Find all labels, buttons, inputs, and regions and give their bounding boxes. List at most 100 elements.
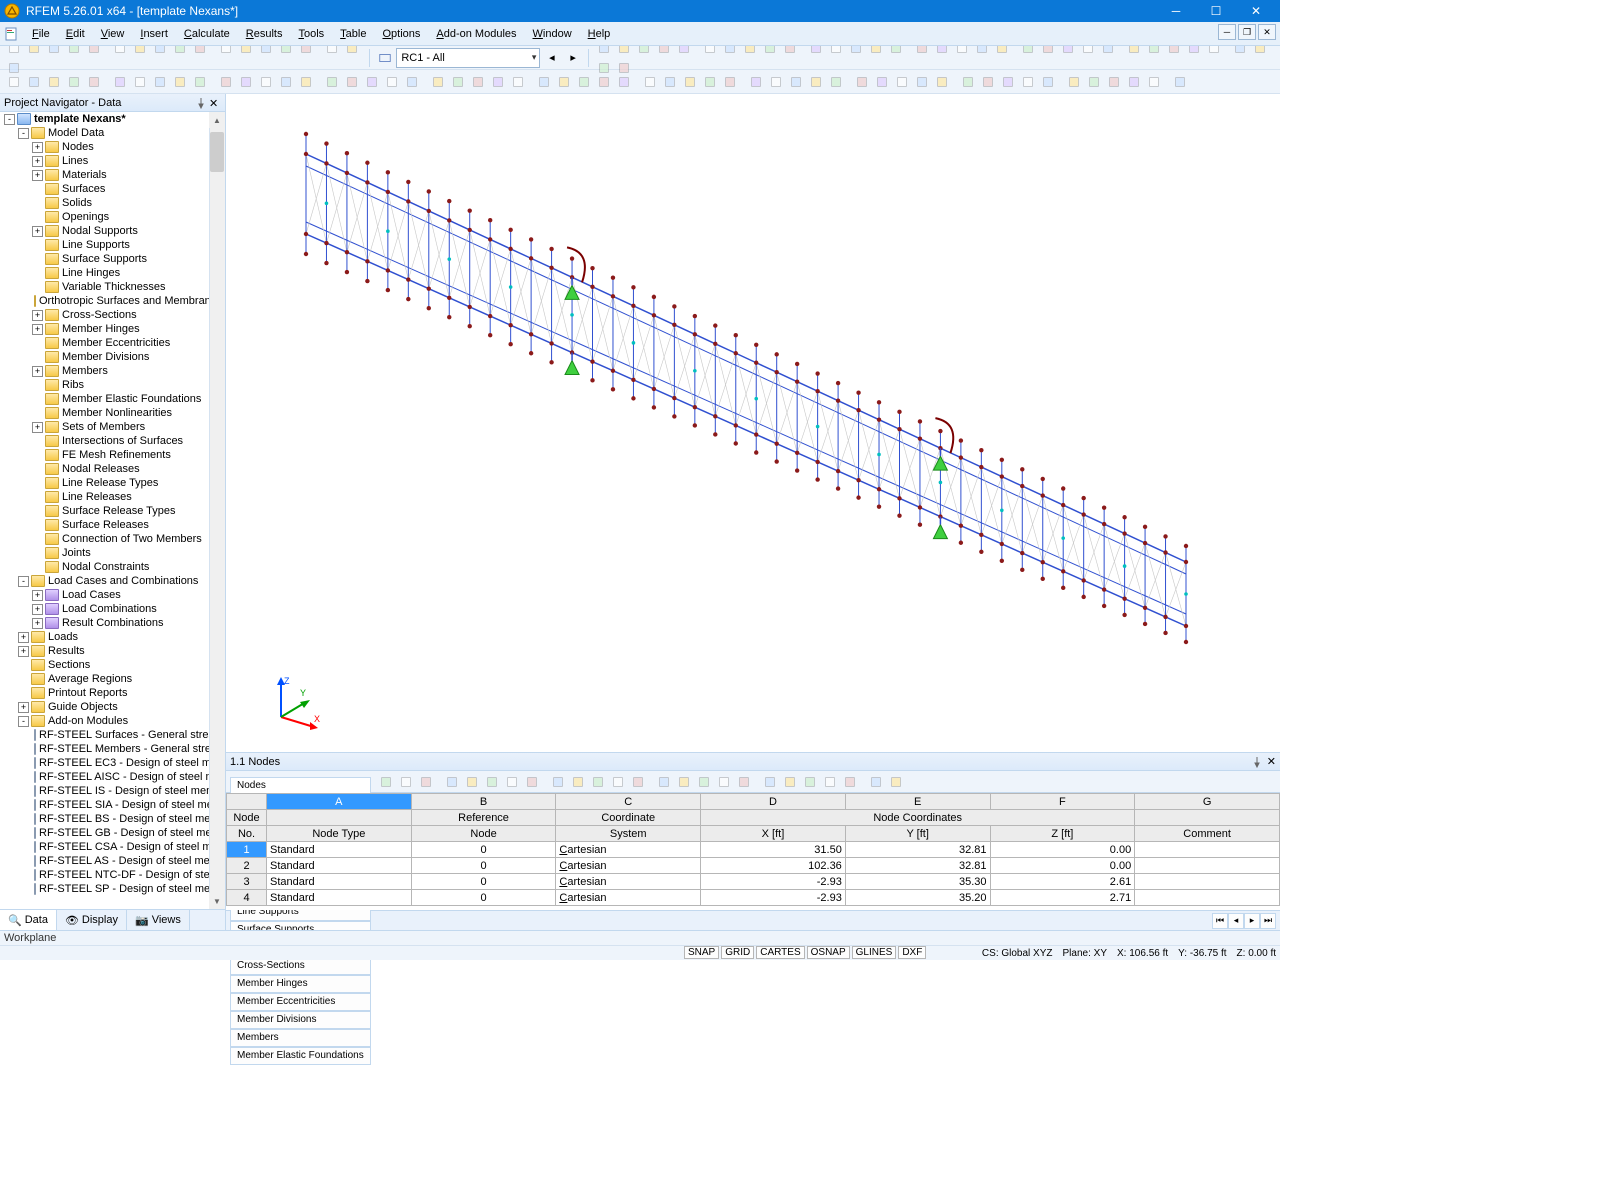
bottom-tab[interactable]: Member Eccentricities: [230, 993, 371, 1011]
tree-item[interactable]: +Materials: [0, 168, 209, 182]
toolbar-icon[interactable]: [1124, 72, 1144, 92]
tree-item[interactable]: Orthotropic Surfaces and Membranes: [0, 294, 209, 308]
menu-view[interactable]: View: [93, 28, 133, 40]
toolbar-icon[interactable]: [998, 72, 1018, 92]
tree-item[interactable]: Line Supports: [0, 238, 209, 252]
toolbar-icon[interactable]: [402, 72, 422, 92]
tree-item[interactable]: +Guide Objects: [0, 700, 209, 714]
toolbar-icon[interactable]: [554, 72, 574, 92]
tree-item[interactable]: +Nodes: [0, 140, 209, 154]
menu-insert[interactable]: Insert: [132, 28, 176, 40]
tree-item[interactable]: RF-STEEL IS - Design of steel members ac…: [0, 784, 209, 798]
toolbar-icon[interactable]: [44, 72, 64, 92]
mdi-close-button[interactable]: ✕: [1258, 24, 1276, 40]
nav-tab-data[interactable]: 🔍Data: [0, 910, 57, 930]
toolbar-icon[interactable]: [396, 772, 416, 792]
toolbar-icon[interactable]: ◂: [542, 48, 561, 68]
scrollbar[interactable]: ▲ ▼: [209, 112, 225, 909]
toolbar-icon[interactable]: [628, 772, 648, 792]
toolbar-icon[interactable]: [276, 72, 296, 92]
tree-item[interactable]: +Lines: [0, 154, 209, 168]
tree-item[interactable]: +Loads: [0, 630, 209, 644]
toolbar-icon[interactable]: [852, 72, 872, 92]
toolbar-icon[interactable]: [322, 72, 342, 92]
toolbar-icon[interactable]: [760, 772, 780, 792]
tree-item[interactable]: +Load Cases: [0, 588, 209, 602]
toolbar-icon[interactable]: [130, 72, 150, 92]
status-chip[interactable]: SNAP: [684, 946, 719, 959]
menu-tools[interactable]: Tools: [290, 28, 332, 40]
toolbar-icon[interactable]: [256, 72, 276, 92]
toolbar-icon[interactable]: [462, 772, 482, 792]
tree-item[interactable]: Printout Reports: [0, 686, 209, 700]
toolbar-icon[interactable]: [588, 772, 608, 792]
menu-edit[interactable]: Edit: [58, 28, 93, 40]
tree-item[interactable]: Line Releases: [0, 490, 209, 504]
toolbar-icon[interactable]: [680, 72, 700, 92]
table-grid[interactable]: ABCDEFGNodeReferenceCoordinateNode Coord…: [226, 793, 1280, 910]
toolbar-icon[interactable]: [700, 72, 720, 92]
toolbar-icon[interactable]: [866, 772, 886, 792]
toolbar-icon[interactable]: [190, 72, 210, 92]
toolbar-icon[interactable]: [1084, 72, 1104, 92]
menu-window[interactable]: Window: [525, 28, 580, 40]
toolbar-icon[interactable]: [654, 772, 674, 792]
tree-item[interactable]: -Model Data: [0, 126, 209, 140]
toolbar-icon[interactable]: [548, 772, 568, 792]
toolbar-icon[interactable]: [382, 72, 402, 92]
toolbar-icon[interactable]: [428, 72, 448, 92]
tree-item[interactable]: Average Regions: [0, 672, 209, 686]
tree-item[interactable]: Variable Thicknesses: [0, 280, 209, 294]
maximize-button[interactable]: ☐: [1196, 0, 1236, 22]
toolbar-icon[interactable]: [64, 72, 84, 92]
nav-tab-views[interactable]: 📷Views: [127, 910, 190, 930]
tree-item[interactable]: Nodal Releases: [0, 462, 209, 476]
toolbar-icon[interactable]: [568, 772, 588, 792]
navigator-tree[interactable]: -template Nexans*-Model Data+Nodes+Lines…: [0, 112, 225, 909]
toolbar-icon[interactable]: [24, 72, 44, 92]
toolbar-icon[interactable]: [468, 72, 488, 92]
toolbar-icon[interactable]: [376, 772, 396, 792]
toolbar-icon[interactable]: [362, 72, 382, 92]
tree-item[interactable]: RF-STEEL Members - General stress analys…: [0, 742, 209, 756]
toolbar-icon[interactable]: [660, 72, 680, 92]
tree-item[interactable]: RF-STEEL AS - Design of steel members ac…: [0, 854, 209, 868]
tree-item[interactable]: Openings: [0, 210, 209, 224]
toolbar-icon[interactable]: [236, 72, 256, 92]
status-chip[interactable]: CARTES: [756, 946, 804, 959]
toolbar-icon[interactable]: [720, 72, 740, 92]
tree-item[interactable]: Ribs: [0, 378, 209, 392]
toolbar-icon[interactable]: [1064, 72, 1084, 92]
toolbar-icon[interactable]: [4, 72, 24, 92]
close-button[interactable]: ✕: [1236, 0, 1276, 22]
tree-item[interactable]: +Cross-Sections: [0, 308, 209, 322]
toolbar-icon[interactable]: [746, 72, 766, 92]
3d-viewport[interactable]: Z X Y: [226, 94, 1280, 752]
tree-item[interactable]: -Load Cases and Combinations: [0, 574, 209, 588]
tree-item[interactable]: RF-STEEL SP - Design of steel members ac…: [0, 882, 209, 896]
status-chip[interactable]: DXF: [898, 946, 926, 959]
menu-file[interactable]: File: [24, 28, 58, 40]
tree-item[interactable]: RF-STEEL AISC - Design of steel members …: [0, 770, 209, 784]
close-panel-icon[interactable]: ✕: [1267, 755, 1276, 768]
status-chip[interactable]: GRID: [721, 946, 754, 959]
toolbar-icon[interactable]: [614, 72, 634, 92]
tree-item[interactable]: -template Nexans*: [0, 112, 209, 126]
tree-item[interactable]: +Members: [0, 364, 209, 378]
tree-item[interactable]: Member Elastic Foundations: [0, 392, 209, 406]
toolbar-icon[interactable]: [786, 72, 806, 92]
scroll-down-icon[interactable]: ▼: [209, 893, 225, 909]
toolbar-icon[interactable]: ▸: [564, 48, 583, 68]
toolbar-icon[interactable]: [1144, 72, 1164, 92]
toolbar-icon[interactable]: [714, 772, 734, 792]
tree-item[interactable]: RF-STEEL CSA - Design of steel members a…: [0, 840, 209, 854]
menu-add-on-modules[interactable]: Add-on Modules: [428, 28, 524, 40]
tree-item[interactable]: +Nodal Supports: [0, 224, 209, 238]
bottom-tab[interactable]: Member Divisions: [230, 1011, 371, 1029]
tree-item[interactable]: RF-STEEL GB - Design of steel members ac…: [0, 826, 209, 840]
tab-scroll-first-icon[interactable]: ⏮: [1212, 913, 1228, 929]
toolbar-icon[interactable]: [932, 72, 952, 92]
toolbar-icon[interactable]: [734, 772, 754, 792]
menu-options[interactable]: Options: [374, 28, 428, 40]
toolbar-icon[interactable]: [608, 772, 628, 792]
